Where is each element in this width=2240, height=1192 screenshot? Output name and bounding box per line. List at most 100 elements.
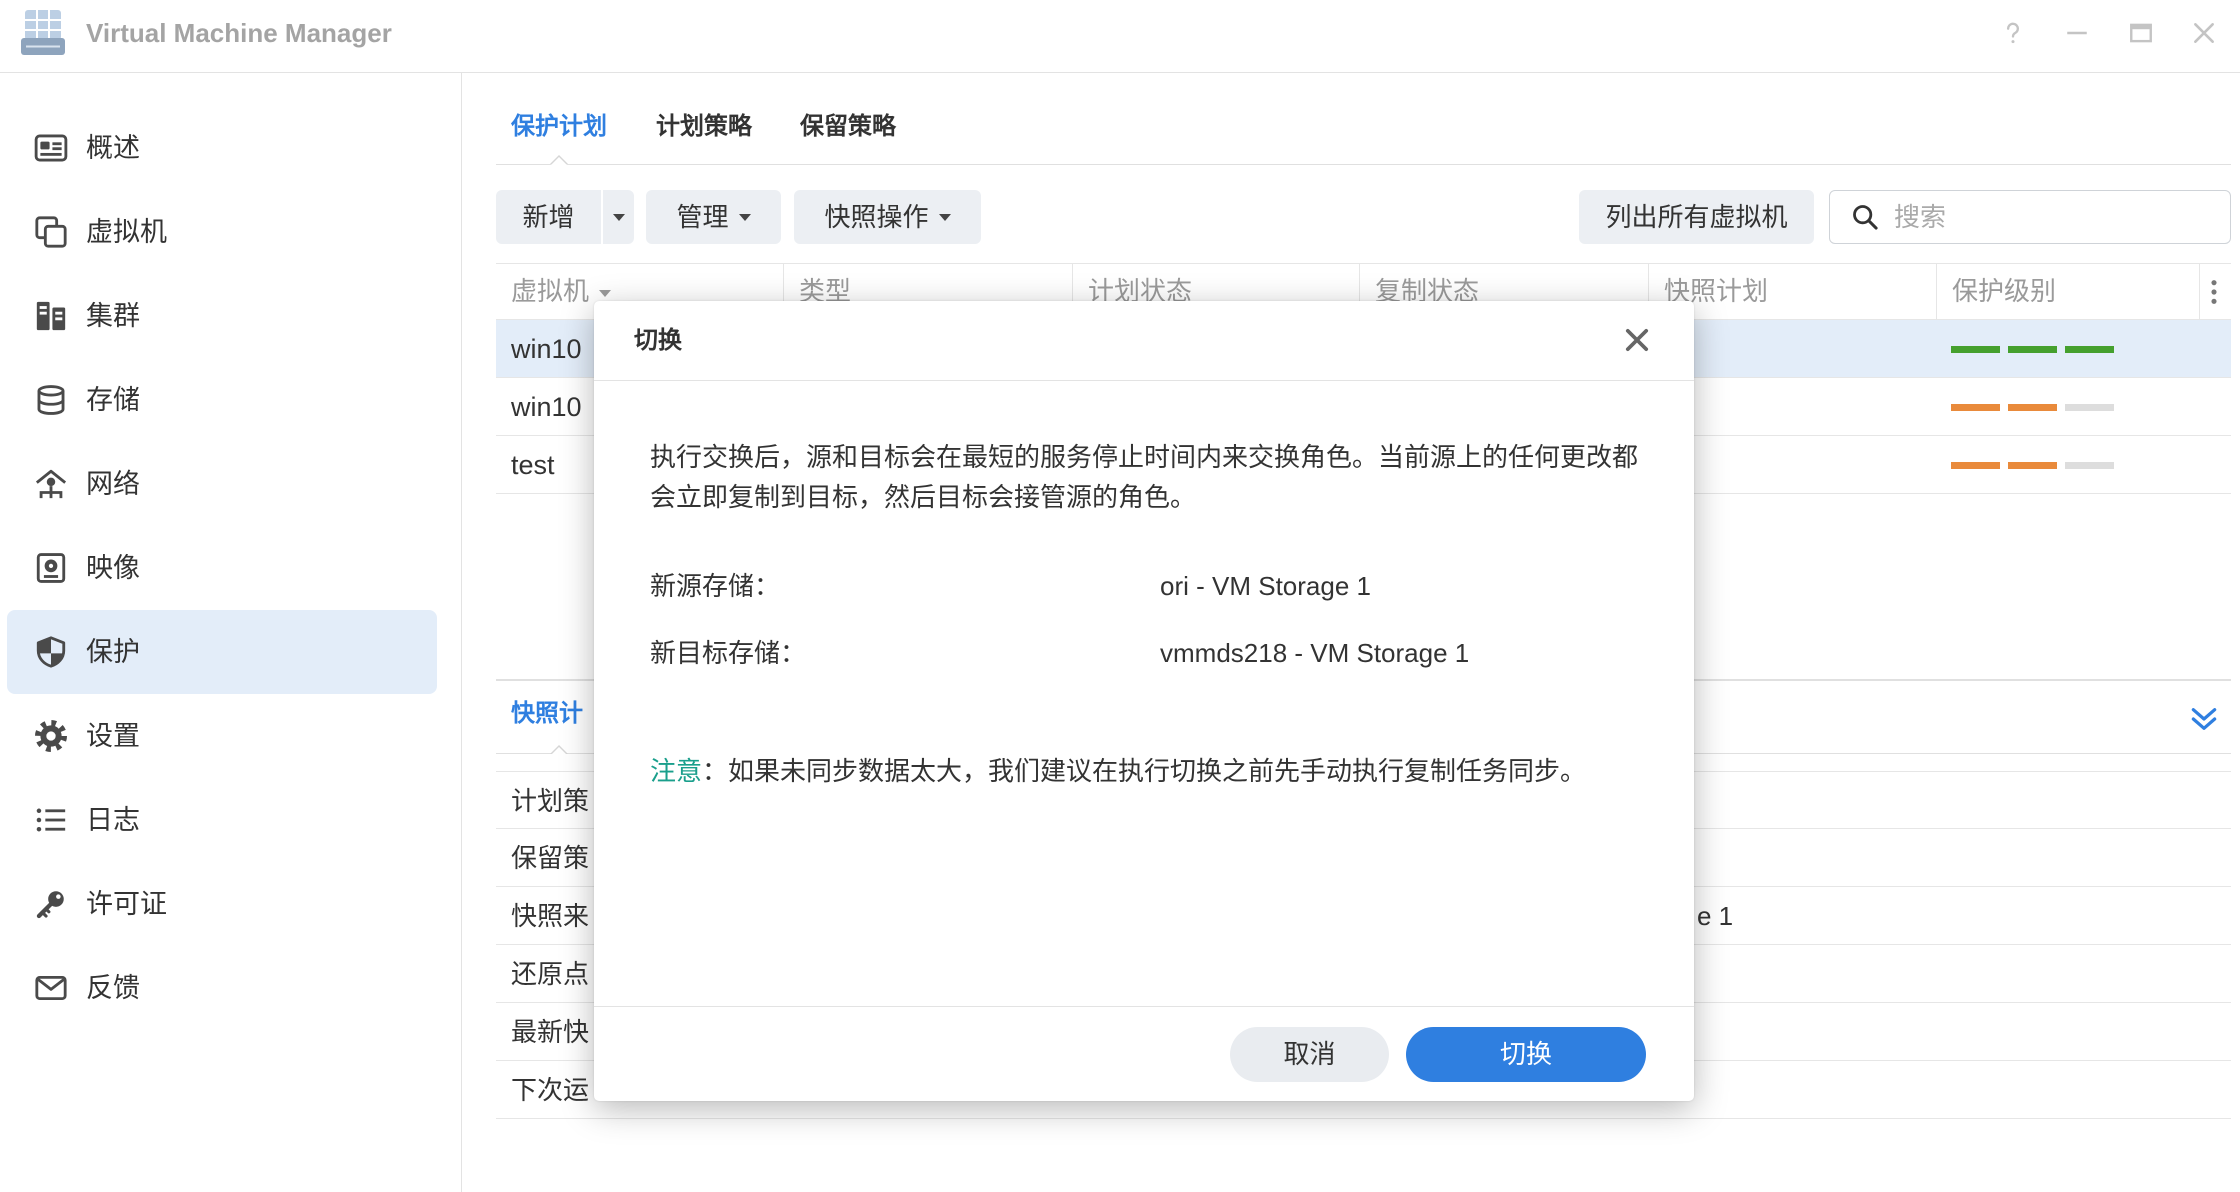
close-icon[interactable] bbox=[1620, 323, 1654, 357]
minimize-icon[interactable] bbox=[2059, 15, 2095, 51]
detail-label: 下次运 bbox=[511, 1075, 590, 1105]
sidebar-item-label: 虚拟机 bbox=[86, 217, 167, 247]
envelope-icon bbox=[35, 975, 67, 1001]
protection-level-bar bbox=[1951, 346, 2000, 353]
storage-icon bbox=[37, 385, 65, 415]
active-tab-indicator-fill bbox=[551, 747, 567, 755]
add-dropdown-button[interactable] bbox=[603, 190, 634, 244]
column-header-label: 保护级别 bbox=[1952, 276, 2057, 306]
detail-label: 最新快 bbox=[511, 1017, 590, 1047]
sidebar-item-label: 许可证 bbox=[86, 889, 167, 919]
app-title: Virtual Machine Manager bbox=[86, 18, 392, 48]
vmm-app-icon bbox=[20, 8, 66, 58]
sidebar-item-label: 保护 bbox=[86, 637, 140, 667]
sidebar-item-label: 日志 bbox=[86, 805, 140, 835]
add-button-label: 新增 bbox=[522, 202, 575, 232]
collapse-icon[interactable] bbox=[2188, 703, 2220, 735]
column-header-protection-level[interactable]: 保护级别 bbox=[1937, 264, 2200, 319]
sidebar-item-label: 概述 bbox=[86, 133, 140, 163]
add-button[interactable]: 新增 bbox=[496, 190, 601, 244]
sidebar-item-label: 网络 bbox=[86, 469, 140, 499]
switchover-button[interactable]: 切换 bbox=[1406, 1027, 1646, 1082]
manage-button-label: 管理 bbox=[676, 202, 729, 232]
snapshot-operations-label: 快照操作 bbox=[824, 202, 929, 232]
search-icon bbox=[1853, 205, 1878, 230]
sidebar: 概述 虚拟机 集群 存储 网络 映像 保护 设置 日志 许可证 反馈 bbox=[0, 73, 462, 1192]
title-bar: Virtual Machine Manager bbox=[0, 0, 2240, 73]
sidebar-item-vm[interactable]: 虚拟机 bbox=[7, 190, 437, 274]
vm-name: win10 bbox=[511, 392, 582, 422]
network-icon bbox=[35, 469, 67, 499]
vm-name: test bbox=[511, 450, 555, 480]
tab-schedule-policy[interactable]: 计划策略 bbox=[656, 100, 752, 154]
dialog-description: 执行交换后，源和目标会在最短的服务停止时间内来交换角色。当前源上的任何更改都会立… bbox=[650, 442, 1639, 512]
tab-retention-policy[interactable]: 保留策略 bbox=[800, 100, 896, 154]
detail-label: 快照来 bbox=[511, 901, 590, 931]
more-options-icon[interactable] bbox=[2206, 278, 2222, 306]
switchover-dialog: 切换 执行交换后，源和目标会在最短的服务停止时间内来交换角色。当前源上的任何更改… bbox=[594, 301, 1694, 1101]
dialog-title: 切换 bbox=[634, 327, 682, 354]
snapshot-operations-button[interactable]: 快照操作 bbox=[794, 190, 981, 244]
detail-value: e 1 bbox=[1697, 901, 1734, 931]
note-text: ：如果未同步数据太大，我们建议在执行切换之前先手动执行复制任务同步。 bbox=[702, 756, 1587, 786]
cluster-icon bbox=[36, 301, 66, 331]
sidebar-item-feedback[interactable]: 反馈 bbox=[7, 946, 437, 1030]
vm-name: win10 bbox=[511, 334, 582, 364]
protection-level-bar bbox=[2008, 346, 2057, 353]
new-target-storage-label: 新目标存储： bbox=[650, 638, 807, 668]
tab-protection-plan[interactable]: 保护计划 bbox=[511, 100, 607, 154]
main-tabs: 保护计划 计划策略 保留策略 bbox=[496, 100, 2231, 165]
sidebar-item-license[interactable]: 许可证 bbox=[7, 862, 437, 946]
dialog-header: 切换 bbox=[594, 301, 1694, 381]
new-source-storage-label: 新源存储： bbox=[650, 571, 781, 601]
sidebar-item-label: 集群 bbox=[86, 301, 140, 331]
detail-label: 计划策 bbox=[511, 786, 590, 816]
protection-level-bar bbox=[2065, 462, 2114, 469]
dialog-note: 注意：如果未同步数据太大，我们建议在执行切换之前先手动执行复制任务同步。 bbox=[650, 751, 1586, 791]
sidebar-item-label: 存储 bbox=[86, 385, 140, 415]
protection-level-bar bbox=[2008, 404, 2057, 411]
maximize-icon[interactable] bbox=[2123, 15, 2159, 51]
chevron-down-icon bbox=[938, 213, 951, 221]
sidebar-item-storage[interactable]: 存储 bbox=[7, 358, 437, 442]
sidebar-item-network[interactable]: 网络 bbox=[7, 442, 437, 526]
new-source-storage-value: ori - VM Storage 1 bbox=[1160, 571, 1371, 601]
note-label: 注意 bbox=[650, 756, 703, 786]
detail-label: 还原点 bbox=[511, 959, 590, 989]
sidebar-item-overview[interactable]: 概述 bbox=[7, 106, 437, 190]
active-tab-indicator-fill bbox=[551, 157, 567, 165]
new-target-storage-value: vmmds218 - VM Storage 1 bbox=[1160, 638, 1470, 668]
sidebar-item-log[interactable]: 日志 bbox=[7, 778, 437, 862]
protection-level-bar bbox=[2065, 346, 2114, 353]
protection-level-bar bbox=[1951, 462, 2000, 469]
overview-icon bbox=[34, 134, 68, 162]
search-input[interactable] bbox=[1894, 191, 2214, 243]
list-all-vms-label: 列出所有虚拟机 bbox=[1605, 202, 1788, 232]
sidebar-item-label: 反馈 bbox=[86, 973, 140, 1003]
sidebar-item-protection[interactable]: 保护 bbox=[7, 610, 437, 694]
detail-label: 保留策 bbox=[511, 843, 590, 873]
tab-snapshot-plan[interactable]: 快照计 bbox=[511, 695, 583, 733]
sidebar-item-settings[interactable]: 设置 bbox=[7, 694, 437, 778]
key-icon bbox=[36, 891, 64, 919]
close-icon[interactable] bbox=[2186, 15, 2222, 51]
gear-icon bbox=[34, 719, 68, 753]
chevron-down-icon bbox=[738, 213, 751, 221]
chevron-down-icon bbox=[612, 213, 625, 221]
protection-level-bar bbox=[2008, 462, 2057, 469]
list-all-vms-button[interactable]: 列出所有虚拟机 bbox=[1579, 190, 1814, 244]
search-box[interactable] bbox=[1829, 190, 2231, 244]
protection-level-bar bbox=[1951, 404, 2000, 411]
help-icon[interactable] bbox=[1995, 15, 2031, 51]
vm-icon bbox=[35, 216, 67, 248]
cancel-button[interactable]: 取消 bbox=[1230, 1027, 1389, 1082]
sidebar-item-label: 映像 bbox=[86, 553, 140, 583]
sidebar-item-cluster[interactable]: 集群 bbox=[7, 274, 437, 358]
manage-button[interactable]: 管理 bbox=[646, 190, 781, 244]
dialog-footer: 取消 切换 bbox=[594, 1006, 1694, 1101]
column-header-label: 虚拟机 bbox=[511, 276, 590, 306]
sidebar-item-image[interactable]: 映像 bbox=[7, 526, 437, 610]
sidebar-item-label: 设置 bbox=[86, 721, 140, 751]
protection-level-bar bbox=[2065, 404, 2114, 411]
sort-down-icon bbox=[599, 289, 612, 297]
